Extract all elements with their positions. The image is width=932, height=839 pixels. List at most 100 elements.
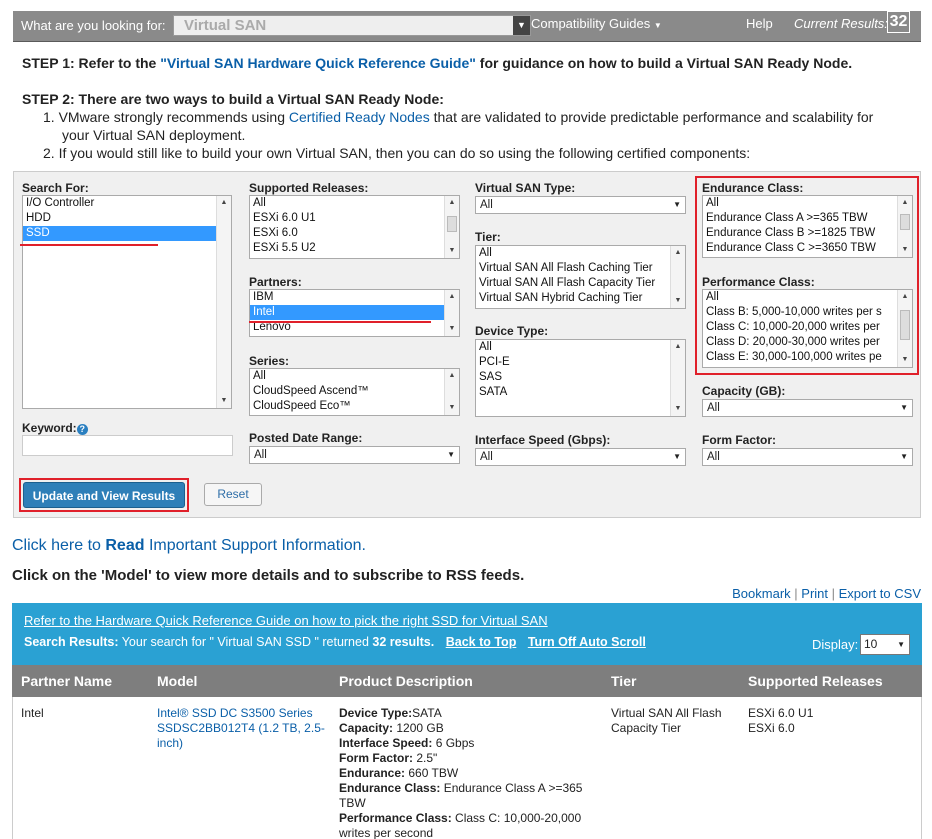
scrollbar[interactable]: ▲ ▼ [444,369,459,415]
list-item[interactable]: ESXi 5.5 U2 [250,241,459,256]
list-item[interactable]: SATA [476,385,685,400]
list-item[interactable]: All [250,369,459,384]
result-actions: Bookmark | Print | Export to CSV [732,586,921,601]
support-info-link[interactable]: Click here to Read Important Support Inf… [12,537,366,555]
chevron-down-icon[interactable]: ▼ [513,16,530,35]
series-listbox[interactable]: All CloudSpeed Ascend™ CloudSpeed Eco™ ▲… [249,368,460,416]
back-to-top-link[interactable]: Back to Top [446,635,517,649]
supported-releases-listbox[interactable]: All ESXi 6.0 U1 ESXi 6.0 ESXi 5.5 U2 ▲ ▼ [249,195,460,259]
search-prompt-label: What are you looking for: [21,18,166,33]
step-1: STEP 1: Refer to the "Virtual SAN Hardwa… [22,55,853,71]
compatibility-guides-menu[interactable]: Compatibility Guides ▼ [531,16,662,31]
releases-cell: ESXi 6.0 U1 ESXi 6.0 [748,706,814,735]
list-item[interactable]: All [476,340,685,355]
keyword-label: Keyword:? [22,421,88,435]
chevron-down-icon: ▼ [447,450,455,459]
scrollbar[interactable]: ▲ ▼ [670,246,685,308]
update-view-results-button[interactable]: Update and View Results [23,482,185,508]
bookmark-link[interactable]: Bookmark [732,586,791,601]
list-item[interactable]: CloudSpeed Eco™ [250,399,459,414]
annotation-box [695,176,919,375]
capacity-select[interactable]: All ▼ [702,399,913,417]
chevron-down-icon: ▼ [673,452,681,461]
display-label: Display: [812,637,859,652]
capacity-label: Capacity (GB): [702,384,786,398]
column-header[interactable]: Product Description [339,673,473,689]
list-item[interactable]: I/O Controller [23,196,231,211]
posted-date-label: Posted Date Range: [249,431,363,445]
partners-label: Partners: [249,275,302,289]
help-icon: ? [76,424,88,435]
column-header[interactable]: Partner Name [21,673,112,689]
device-type-label: Device Type: [475,324,549,338]
keyword-input[interactable] [22,435,233,456]
tier-label: Tier: [475,230,501,244]
interface-speed-label: Interface Speed (Gbps): [475,433,611,447]
tier-listbox[interactable]: All Virtual SAN All Flash Caching Tier V… [475,245,686,309]
chevron-down-icon: ▼ [900,452,908,461]
list-item-selected[interactable]: SSD [23,226,216,241]
table-header: Partner Name Model Product Description T… [12,665,922,697]
scrollbar[interactable]: ▲ ▼ [444,290,459,336]
form-factor-label: Form Factor: [702,433,777,447]
list-item[interactable]: Virtual SAN All Flash Caching Tier [476,261,685,276]
list-item[interactable]: ESXi 6.0 [250,226,459,241]
step-2-item-2: 2. If you would still like to build your… [43,145,751,161]
list-item[interactable]: IBM [250,290,459,305]
search-for-listbox[interactable]: I/O Controller HDD SSD ▲ ▼ [22,195,232,409]
ssd-guide-link[interactable]: Refer to the Hardware Quick Reference Gu… [24,613,548,628]
list-item[interactable]: All [250,196,459,211]
caret-down-icon: ▼ [653,21,662,30]
tier-cell: Virtual SAN All Flash Capacity Tier [611,706,722,735]
help-link[interactable]: Help [746,16,773,31]
posted-date-select[interactable]: All ▼ [249,446,460,464]
table-row: Intel Intel® SSD DC S3500 Series SSDSC2B… [12,697,922,839]
list-item[interactable]: HDD [23,211,231,226]
search-results-summary: Search Results: Your search for " Virtua… [24,635,646,649]
model-link[interactable]: Intel® SSD DC S3500 Series SSDSC2BB012T4… [157,706,327,751]
series-label: Series: [249,354,290,368]
list-item[interactable]: ESXi 6.0 U1 [250,211,459,226]
column-header[interactable]: Model [157,673,197,689]
list-item[interactable]: All [476,246,685,261]
list-item[interactable]: Virtual SAN Hybrid Caching Tier [476,291,685,306]
reset-button[interactable]: Reset [204,483,262,506]
display-count-select[interactable]: 10 ▼ [860,634,910,655]
chevron-down-icon: ▼ [900,403,908,412]
filter-panel: Search For: I/O Controller HDD SSD ▲ ▼ Ke… [13,171,921,518]
list-item[interactable]: CloudSpeed Ascend™ [250,384,459,399]
list-item[interactable]: Virtual SAN All Flash Capacity Tier [476,276,685,291]
list-item[interactable]: PCI-E [476,355,685,370]
export-csv-link[interactable]: Export to CSV [839,586,921,601]
scrollbar[interactable]: ▲ ▼ [670,340,685,416]
column-header[interactable]: Tier [611,673,636,689]
supported-releases-label: Supported Releases: [249,181,369,195]
chevron-down-icon: ▼ [897,640,905,649]
form-factor-select[interactable]: All ▼ [702,448,913,466]
partner-cell: Intel [21,706,44,720]
device-type-listbox[interactable]: All PCI-E SAS SATA ▲ ▼ [475,339,686,417]
chevron-down-icon: ▼ [673,200,681,209]
annotation-underline [249,321,431,323]
vsan-type-select[interactable]: All ▼ [475,196,686,214]
scrollbar[interactable]: ▲ ▼ [444,196,459,258]
interface-speed-select[interactable]: All ▼ [475,448,686,466]
column-header[interactable]: Supported Releases [748,673,883,689]
product-description-cell: Device Type:SATA Capacity: 1200 GB Inter… [339,706,583,839]
step-2-item-1-cont: your Virtual SAN deployment. [62,127,246,143]
vsan-type-label: Virtual SAN Type: [475,181,576,195]
print-link[interactable]: Print [801,586,828,601]
auto-scroll-toggle[interactable]: Turn Off Auto Scroll [528,635,646,649]
scrollbar[interactable]: ▲ ▼ [216,196,231,408]
list-item[interactable]: SAS [476,370,685,385]
current-results-label: Current Results: [794,16,888,31]
step-2-item-1: 1. VMware strongly recommends using Cert… [43,109,874,125]
annotation-underline [20,244,158,246]
quick-reference-guide-link[interactable]: "Virtual SAN Hardware Quick Reference Gu… [160,55,476,71]
product-select[interactable]: Virtual SAN ▼ [173,15,531,36]
step-2: STEP 2: There are two ways to build a Vi… [22,91,444,107]
certified-ready-nodes-link[interactable]: Certified Ready Nodes [289,109,430,125]
partners-listbox[interactable]: IBM Intel Lenovo ▲ ▼ [249,289,460,337]
top-search-bar: What are you looking for: Virtual SAN ▼ … [13,11,921,42]
list-item-selected[interactable]: Intel [250,305,444,320]
